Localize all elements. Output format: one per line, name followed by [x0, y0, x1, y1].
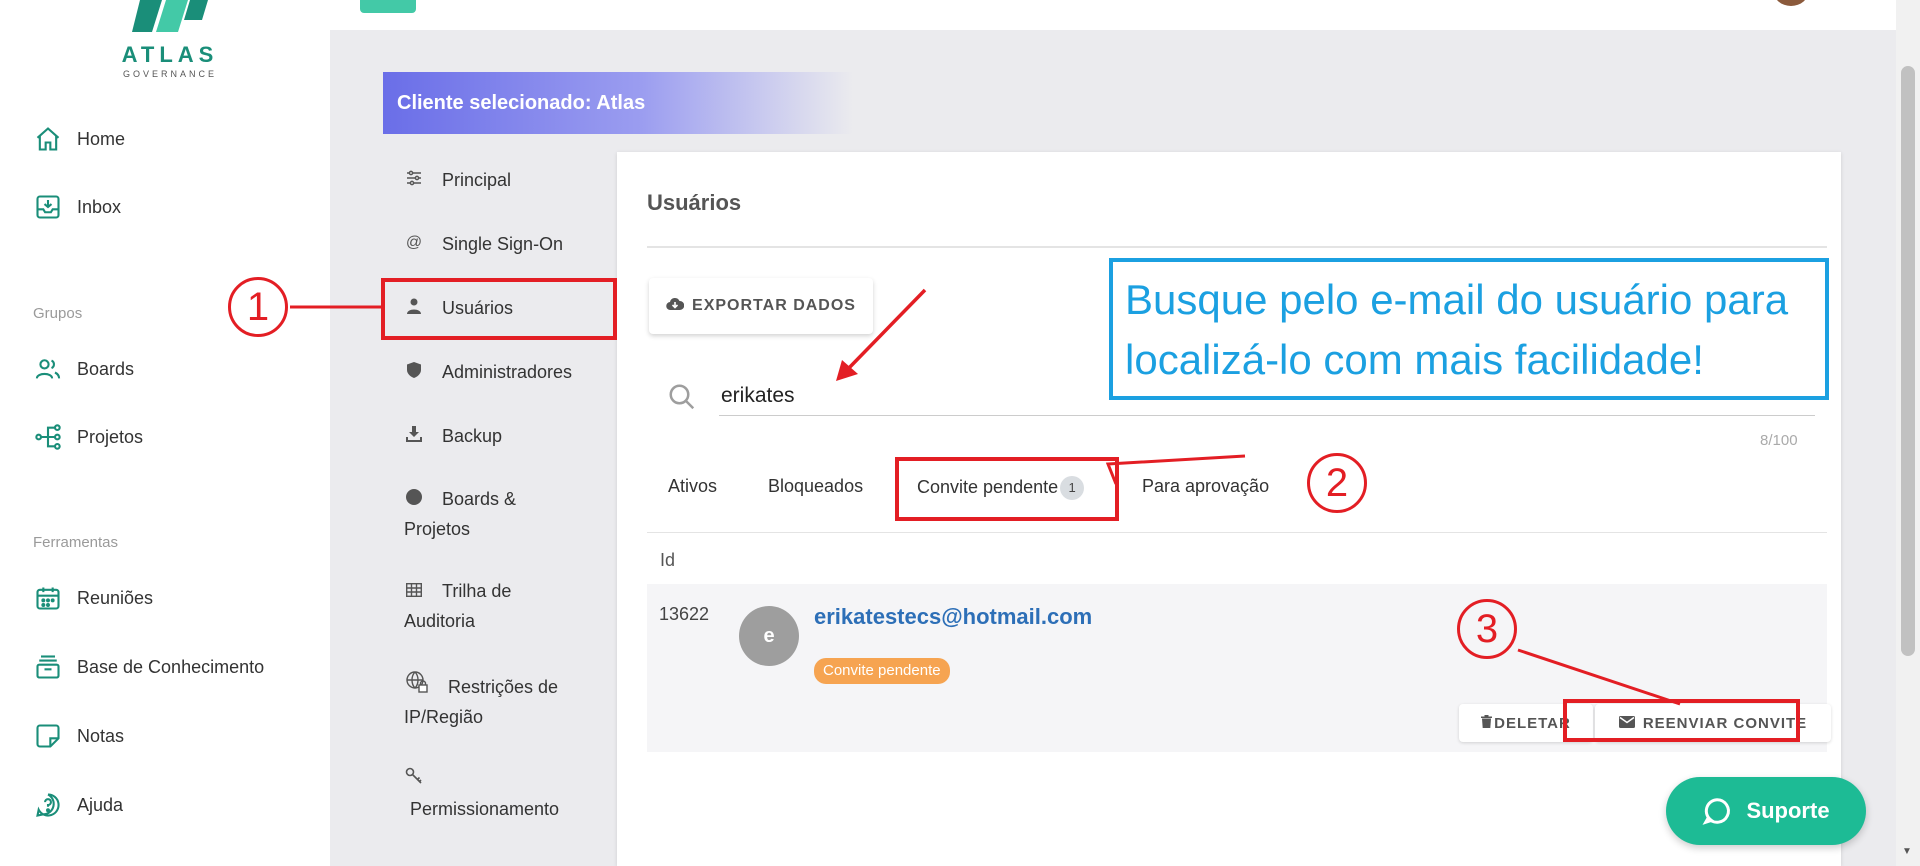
search-char-count: 8/100: [1760, 432, 1798, 449]
avatar: e: [739, 606, 799, 666]
circle-icon: [404, 487, 424, 515]
settings-item-administradores[interactable]: Administradores: [404, 362, 572, 383]
tab-ativos[interactable]: Ativos: [668, 476, 717, 497]
settings-item-label-line2: Auditoria: [404, 611, 476, 631]
cloud-download-icon: [666, 297, 685, 316]
settings-item-label: Administradores: [442, 362, 573, 382]
title-divider: [647, 246, 1827, 248]
settings-item-label-line2: Projetos: [404, 519, 471, 539]
support-label: Suporte: [1746, 798, 1830, 823]
sidebar-item-boards[interactable]: Boards: [33, 351, 134, 387]
top-bar: [330, 0, 1896, 30]
note-icon: [33, 721, 63, 751]
sidebar-item-reunioes[interactable]: Reuniões: [33, 580, 153, 616]
scroll-down-icon[interactable]: ▼: [1902, 846, 1912, 857]
support-button[interactable]: Suporte: [1666, 777, 1866, 845]
key-icon: [404, 767, 424, 795]
help-icon: [33, 790, 63, 820]
highlight-usuarios: [381, 278, 617, 340]
settings-item-label: Single Sign-On: [442, 234, 564, 254]
scrollbar-thumb[interactable]: [1901, 66, 1915, 656]
sidebar-item-label: Projetos: [77, 426, 144, 447]
page-title: Usuários: [647, 190, 742, 215]
archive-icon: [33, 652, 63, 682]
logo-name: ATLAS: [121, 42, 219, 67]
network-icon: [33, 422, 63, 452]
at-icon: @: [405, 234, 423, 251]
settings-item-label: Permissionamento: [410, 799, 560, 819]
export-data-label: EXPORTAR DADOS: [692, 297, 856, 314]
download-icon: [404, 426, 424, 447]
sidebar-item-ajuda[interactable]: Ajuda: [33, 787, 123, 823]
sidebar-item-home[interactable]: Home: [33, 121, 125, 157]
settings-item-label: Principal: [442, 170, 512, 190]
top-action-button[interactable]: [360, 0, 416, 13]
sidebar-item-notas[interactable]: Notas: [33, 718, 124, 754]
step-1-marker: 1: [228, 277, 288, 337]
logo-mark-icon: [132, 0, 208, 32]
sidebar-item-label: Home: [77, 128, 126, 149]
tabs-divider: [647, 532, 1827, 533]
sidebar-item-base-de-conhecimento[interactable]: Base de Conhecimento: [33, 649, 264, 685]
step-2-marker: 2: [1307, 453, 1367, 513]
table-icon: [404, 579, 424, 607]
settings-item-label: Restrições de: [448, 677, 559, 697]
sidebar-item-label: Reuniões: [77, 587, 154, 608]
page-scrollbar[interactable]: ▼: [1896, 0, 1920, 866]
export-data-button[interactable]: EXPORTAR DADOS: [649, 278, 873, 334]
user-email-link[interactable]: erikatestecs@hotmail.com: [814, 604, 1092, 630]
tip-callout-line1: Busque pelo e-mail do usuário para: [1125, 276, 1789, 323]
shield-icon: [404, 362, 424, 383]
logo-subtitle: GOVERNANCE: [122, 69, 217, 79]
highlight-resend-invite: [1563, 699, 1800, 742]
settings-item-backup[interactable]: Backup: [404, 426, 502, 447]
row-id: 13622: [659, 604, 710, 624]
chat-icon: [1702, 796, 1732, 826]
sidebar-item-label: Boards: [77, 358, 135, 379]
status-badge: Convite pendente: [814, 658, 950, 684]
home-icon: [33, 124, 63, 154]
settings-item-label: Trilha de: [442, 581, 512, 601]
group-title-grupos: Grupos: [33, 305, 83, 322]
tip-callout: Busque pelo e-mail do usuário para local…: [1109, 258, 1829, 400]
settings-item-sso[interactable]: @ Single Sign-On: [404, 234, 563, 255]
calendar-icon: [33, 583, 63, 613]
delete-label: DELETAR: [1494, 714, 1571, 732]
sidebar: ATLAS GOVERNANCE Home Inbox Grupos Board…: [0, 0, 330, 866]
sidebar-item-label: Ajuda: [77, 794, 124, 815]
step-3-marker: 3: [1457, 599, 1517, 659]
sidebar-item-label: Base de Conhecimento: [77, 656, 265, 677]
settings-item-principal[interactable]: Principal: [404, 170, 511, 191]
sliders-icon: [404, 170, 424, 191]
settings-item-label-line2: IP/Região: [404, 707, 484, 727]
tip-callout-line2: localizá-lo com mais facilidade!: [1125, 336, 1704, 383]
sidebar-item-projetos[interactable]: Projetos: [33, 419, 143, 455]
sidebar-item-label: Inbox: [77, 196, 122, 217]
user-avatar[interactable]: [1773, 0, 1809, 6]
sidebar-item-label: Notas: [77, 725, 125, 746]
column-header-id: Id: [660, 550, 676, 570]
tab-para-aprovacao[interactable]: Para aprovação: [1142, 476, 1269, 497]
atlas-logo[interactable]: ATLAS GOVERNANCE: [110, 0, 230, 82]
globe-lock-icon: [404, 671, 430, 703]
settings-item-label: Boards &: [442, 489, 517, 509]
settings-item-label: Backup: [442, 426, 503, 446]
settings-item-restricoes-ip[interactable]: Restrições de IP/Região: [404, 671, 558, 731]
search-icon: [667, 382, 697, 412]
settings-item-trilha-auditoria[interactable]: Trilha de Auditoria: [404, 577, 511, 635]
tab-bloqueados[interactable]: Bloqueados: [768, 476, 863, 497]
users-icon: [33, 354, 63, 384]
selected-client-banner: Cliente selecionado: Atlas: [383, 72, 853, 134]
inbox-icon: [33, 192, 63, 222]
group-title-ferramentas: Ferramentas: [33, 534, 119, 551]
highlight-convite-pendente-tab: [895, 457, 1119, 521]
sidebar-item-inbox[interactable]: Inbox: [33, 189, 121, 225]
trash-icon: [1481, 714, 1493, 732]
settings-item-boards-projetos[interactable]: Boards & Projetos: [404, 485, 516, 543]
settings-item-permissionamento[interactable]: Permissionamento: [404, 765, 559, 823]
